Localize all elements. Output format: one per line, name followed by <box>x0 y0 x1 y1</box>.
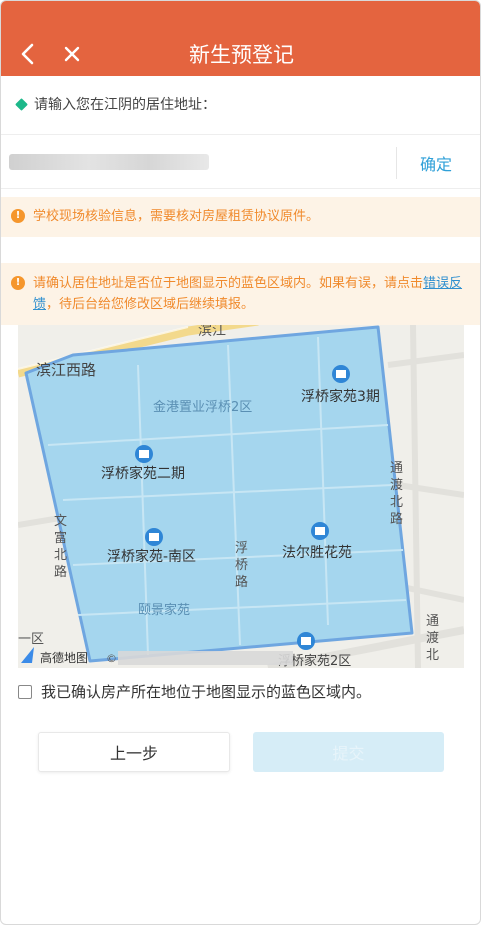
map-label-yijing: 颐景家苑 <box>138 602 190 618</box>
building-icon <box>145 528 163 546</box>
submit-button[interactable]: 提交 <box>253 732 444 772</box>
map-label-fuqiao-road: 浮桥路 <box>235 541 248 590</box>
map-logo-text: 高德地图 <box>40 650 88 665</box>
top-navigation-bar: 新生预登记 <box>1 1 480 76</box>
verification-notice: ! 学校现场核验信息，需要核对房屋租赁协议原件。 <box>1 197 480 237</box>
map-label-fq2: 浮桥家苑二期 <box>101 465 185 482</box>
map-copyright: © <box>106 652 117 665</box>
building-icon <box>135 445 153 463</box>
building-icon <box>297 632 315 650</box>
map-canvas: 滨江西路 滨江 金港置业浮桥2区 浮桥家苑3期 浮桥家苑二期 浮桥家苑-南区 法… <box>18 325 464 668</box>
address-input[interactable] <box>9 147 387 177</box>
map-label-fq3: 浮桥家苑3期 <box>301 388 380 405</box>
notice-text-after-link: ，待后台给您修改区域后继续填报。 <box>46 297 255 312</box>
agreement-checkbox[interactable] <box>18 684 32 699</box>
map-label-binjiang-road: 滨江西路 <box>36 361 96 379</box>
region-confirm-notice: ! 请确认居住地址是否位于地图显示的蓝色区域内。如果有误，请点击错误反馈，待后台… <box>1 263 480 325</box>
map-label-area-left: 一区 <box>18 632 44 647</box>
address-input-row: 确定 <box>1 134 480 190</box>
map-view[interactable]: 滨江西路 滨江 金港置业浮桥2区 浮桥家苑3期 浮桥家苑二期 浮桥家苑-南区 法… <box>18 325 464 668</box>
map-label-jiang: 滨江 <box>198 325 226 339</box>
building-icon <box>332 365 350 383</box>
previous-step-button[interactable]: 上一步 <box>38 732 230 772</box>
map-label-area-top: 金港置业浮桥2区 <box>153 399 252 415</box>
building-icon <box>311 522 329 540</box>
address-prompt: 请输入您在江阴的居住地址： <box>15 94 216 114</box>
redacted-map-text <box>118 651 293 665</box>
agreement-label: 我已确认房产所在地位于地图显示的蓝色区域内。 <box>41 683 372 701</box>
address-prompt-label: 请输入您在江阴的居住地址： <box>34 97 216 113</box>
bullet-icon <box>15 97 28 111</box>
confirm-button[interactable]: 确定 <box>397 135 475 190</box>
agreement-row[interactable]: 我已确认房产所在地位于地图显示的蓝色区域内。 <box>18 681 371 702</box>
exclamation-icon: ! <box>11 276 25 290</box>
verification-notice-text: 学校现场核验信息，需要核对房屋租赁协议原件。 <box>33 209 320 224</box>
map-label-fesh: 法尔胜花苑 <box>282 545 352 561</box>
phone-frame: 新生预登记 请输入您在江阴的居住地址： 确定 ! 学校现场核验信息，需要核对房屋… <box>0 0 481 925</box>
page-title: 新生预登记 <box>189 43 294 67</box>
notice-text-before-link: 请确认居住地址是否位于地图显示的蓝色区域内。如果有误，请点击 <box>33 276 424 291</box>
exclamation-icon: ! <box>11 209 25 223</box>
map-label-tongdu-road-2: 通渡北 <box>426 614 439 663</box>
map-label-fqnq: 浮桥家苑-南区 <box>107 548 196 565</box>
